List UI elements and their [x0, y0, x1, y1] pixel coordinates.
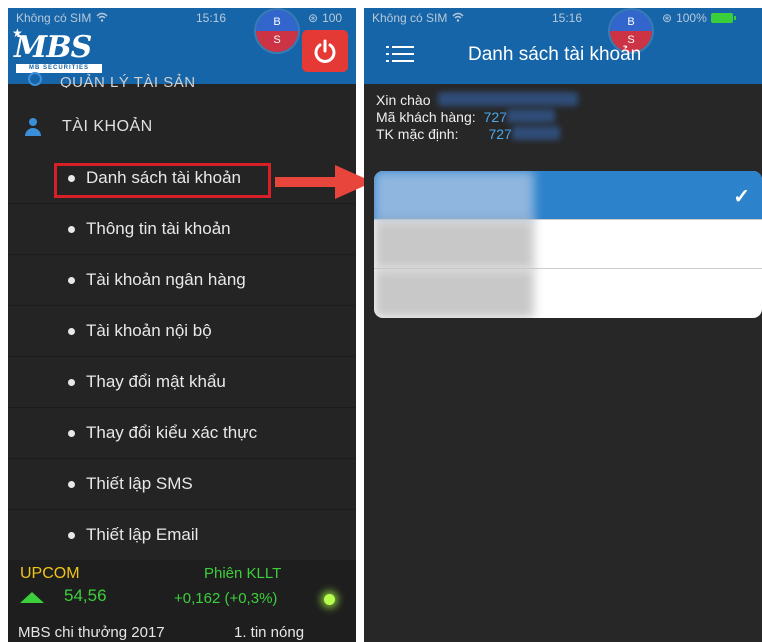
- redacted-account-details: [374, 269, 534, 318]
- screenshot-stage: Không có SIM 15:16 ⊛ 100 ★ MBS MB SECURI…: [0, 0, 762, 642]
- greeting-row: Xin chào: [376, 92, 579, 109]
- default-account-row: TK mặc định: 727: [376, 126, 578, 143]
- rotation-lock-icon: ⊛: [662, 11, 673, 25]
- submenu-item-bank-account[interactable]: Tài khoản ngân hàng: [8, 255, 356, 306]
- hot-news-text[interactable]: 1. tin nóng: [234, 624, 304, 641]
- submenu-item-change-auth-type[interactable]: Thay đổi kiểu xác thực: [8, 408, 356, 459]
- user-icon: [24, 118, 42, 136]
- logout-button[interactable]: [302, 30, 348, 72]
- live-indicator-icon: [324, 594, 335, 605]
- submenu-label: Thông tin tài khoản: [86, 219, 231, 238]
- bullet-icon: [68, 378, 75, 386]
- session-label: Phiên KLLT: [204, 565, 282, 582]
- customer-info: Xin chào Mã khách hàng: 727 TK mặc định:…: [376, 92, 579, 143]
- redacted-account-details: [374, 171, 534, 220]
- carrier-text: Không có SIM: [372, 11, 448, 25]
- highlight-annotation-box: [54, 163, 271, 198]
- customer-code-value: 727: [483, 109, 507, 125]
- account-submenu: Danh sách tài khoản Thông tin tài khoản …: [8, 153, 356, 561]
- checkmark-icon: ✓: [733, 186, 750, 208]
- customer-code-label: Mã khách hàng:: [376, 109, 476, 125]
- default-account-label: TK mặc định:: [376, 126, 459, 142]
- submenu-label: Thay đổi kiểu xác thực: [86, 423, 258, 442]
- power-icon: [314, 39, 336, 63]
- submenu-label: Tài khoản ngân hàng: [86, 270, 246, 289]
- customer-code-row: Mã khách hàng: 727: [376, 109, 578, 126]
- status-battery: ⊛ 100: [308, 8, 342, 28]
- account-row-selected[interactable]: ✓: [374, 171, 762, 220]
- up-arrow-icon: [20, 592, 44, 603]
- bullet-icon: [68, 225, 75, 233]
- redacted-account: [511, 126, 560, 140]
- index-change: +0,162 (+0,3%): [174, 590, 278, 607]
- status-time: 15:16: [552, 8, 582, 28]
- left-phone-screen: Không có SIM 15:16 ⊛ 100 ★ MBS MB SECURI…: [8, 8, 356, 642]
- market-ticker[interactable]: UPCOM Phiên KLLT 54,56 +0,162 (+0,3%) MB…: [8, 560, 356, 642]
- submenu-label: Tài khoản nội bộ: [86, 321, 212, 340]
- news-ticker-text[interactable]: MBS chi thưởng 2017: [18, 624, 165, 641]
- submenu-item-email-settings[interactable]: Thiết lập Email: [8, 510, 356, 561]
- status-time: 15:16: [196, 8, 226, 28]
- bullet-icon: [68, 480, 75, 488]
- asset-icon: [28, 72, 42, 86]
- rotation-lock-icon: ⊛: [308, 11, 319, 25]
- submenu-item-sms-settings[interactable]: Thiết lập SMS: [8, 459, 356, 510]
- bullet-icon: [68, 531, 75, 539]
- badge-sell-letter: S: [256, 31, 298, 52]
- right-phone-screen: Không có SIM 15:16 ⊛ 100% B S Danh sách: [364, 8, 762, 642]
- carrier-text: Không có SIM: [16, 11, 92, 25]
- menu-icon[interactable]: [386, 46, 414, 66]
- submenu-label: Thiết lập Email: [86, 525, 199, 544]
- index-value: 54,56: [64, 586, 107, 605]
- redacted-name: [438, 92, 579, 106]
- bullet-icon: [68, 327, 75, 335]
- time-text: 15:16: [196, 11, 227, 25]
- account-row[interactable]: [374, 269, 762, 318]
- page-title: Danh sách tài khoản: [468, 44, 642, 65]
- account-section-label: TÀI KHOẢN: [62, 118, 153, 135]
- submenu-item-internal-account[interactable]: Tài khoản nội bộ: [8, 306, 356, 357]
- greeting-label: Xin chào: [376, 92, 431, 108]
- badge-buy-letter: B: [256, 10, 298, 31]
- badge-buy-letter: B: [610, 10, 652, 31]
- annotation-arrow-icon: [275, 165, 373, 199]
- redacted-account-details: [374, 220, 534, 269]
- logo-brand: MBS: [14, 30, 92, 65]
- battery-text: 100%: [676, 11, 707, 25]
- redacted-code: [506, 109, 555, 123]
- bullet-icon: [68, 429, 75, 437]
- account-list: ✓: [374, 171, 762, 318]
- buy-sell-badge[interactable]: B S: [256, 10, 298, 52]
- battery-text: 100: [322, 11, 343, 25]
- status-battery: ⊛ 100%: [662, 8, 736, 28]
- account-row[interactable]: [374, 220, 762, 269]
- status-carrier: Không có SIM: [16, 8, 108, 28]
- submenu-item-change-password[interactable]: Thay đổi mật khẩu: [8, 357, 356, 408]
- submenu-label: Thiết lập SMS: [86, 474, 193, 493]
- status-carrier: Không có SIM: [372, 8, 464, 28]
- menu-section-account[interactable]: TÀI KHOẢN: [8, 104, 356, 150]
- asset-management-label: QUẢN LÝ TÀI SẢN: [60, 74, 196, 88]
- wifi-icon: [96, 12, 108, 25]
- index-name: UPCOM: [20, 565, 80, 582]
- default-account-value: 727: [488, 126, 512, 142]
- time-text: 15:16: [552, 11, 583, 25]
- wifi-icon: [452, 12, 464, 25]
- submenu-item-account-info[interactable]: Thông tin tài khoản: [8, 204, 356, 255]
- menu-item-asset-management[interactable]: QUẢN LÝ TÀI SẢN: [8, 68, 356, 88]
- battery-icon: [710, 13, 736, 23]
- bullet-icon: [68, 276, 75, 284]
- submenu-label: Thay đổi mật khẩu: [86, 372, 226, 391]
- right-app-header: Không có SIM 15:16 ⊛ 100% B S Danh sách: [364, 8, 762, 84]
